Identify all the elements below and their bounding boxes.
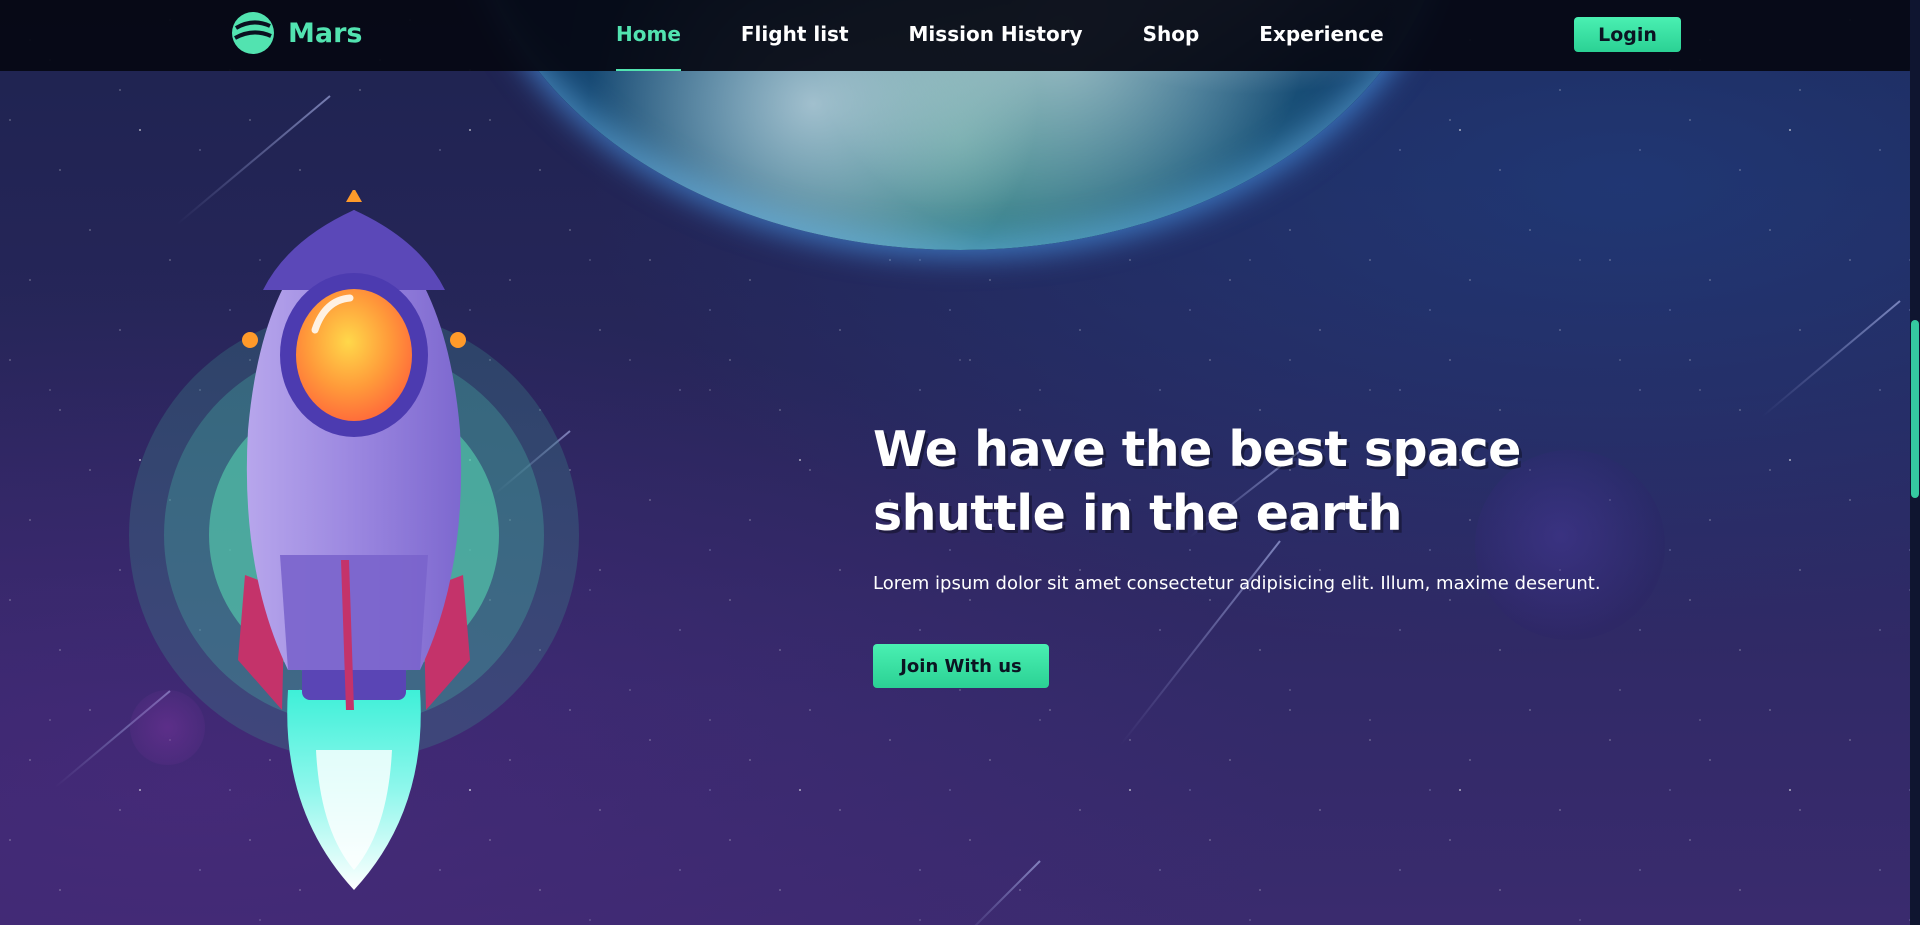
- nav-item-flight-list[interactable]: Flight list: [741, 0, 849, 71]
- scrollbar-thumb[interactable]: [1911, 320, 1919, 498]
- main-nav: Home Flight list Mission History Shop Ex…: [616, 0, 1444, 71]
- nav-item-shop[interactable]: Shop: [1143, 0, 1200, 71]
- top-navbar: Mars Home Flight list Mission History Sh…: [0, 0, 1920, 71]
- planet-logo-icon: [232, 12, 274, 54]
- nav-item-experience[interactable]: Experience: [1259, 0, 1383, 71]
- login-button[interactable]: Login: [1574, 17, 1681, 52]
- brand-name: Mars: [288, 17, 363, 49]
- nav-item-home[interactable]: Home: [616, 0, 681, 71]
- nav-item-mission-history[interactable]: Mission History: [909, 0, 1083, 71]
- brand[interactable]: Mars: [230, 10, 362, 56]
- hero-subtitle: Lorem ipsum dolor sit amet consectetur a…: [873, 573, 1601, 594]
- rocket-illustration: [129, 190, 579, 890]
- join-button[interactable]: Join With us: [873, 644, 1049, 688]
- hero-title: We have the best space shuttle in the ea…: [873, 421, 1521, 542]
